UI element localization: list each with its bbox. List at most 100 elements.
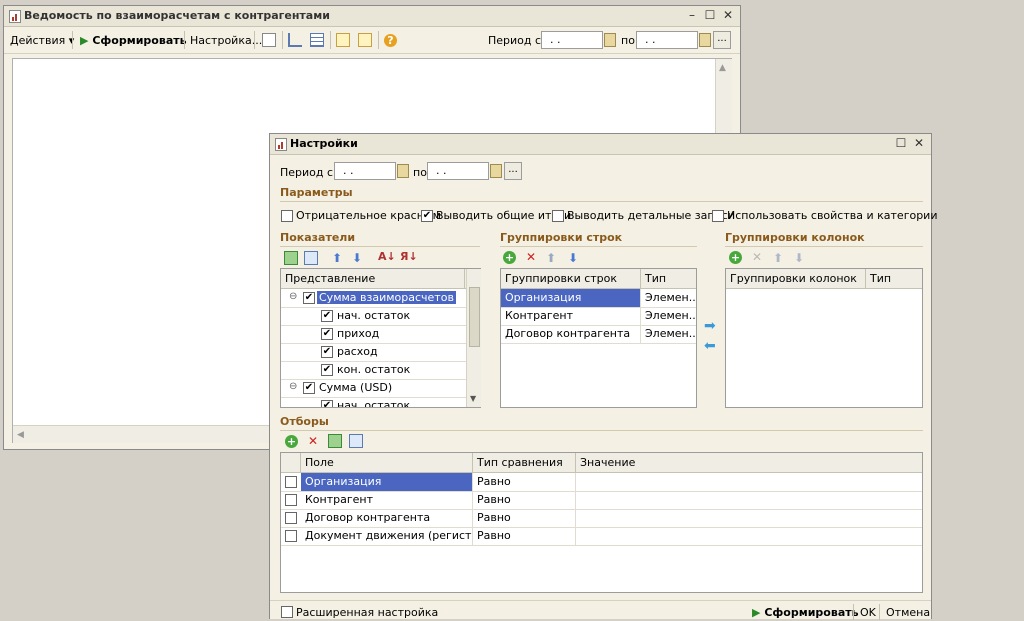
maximize-icon[interactable]: ☐ <box>704 9 716 21</box>
column-groupings-grid[interactable]: Группировки колонок Тип <box>725 268 923 408</box>
main-date-from-input[interactable]: . . <box>541 31 603 49</box>
ok-button[interactable]: OK <box>860 606 876 619</box>
filters-grid[interactable]: Поле Тип сравнения Значение Организация … <box>280 452 923 593</box>
row-checkbox[interactable]: ✔ <box>303 382 315 394</box>
filter-value-cell[interactable] <box>576 473 922 491</box>
filter-use-checkbox[interactable] <box>285 476 297 488</box>
scrollbar-thumb[interactable] <box>469 287 480 347</box>
settings-date-from-input[interactable]: . . <box>334 162 396 180</box>
negative-red-checkbox[interactable] <box>281 210 293 222</box>
table-row[interactable]: Контрагент Элемен... <box>501 307 696 326</box>
actions-menu[interactable]: Действия ▾ <box>10 34 74 47</box>
tree-row[interactable]: ✔ нач. остаток <box>281 397 480 407</box>
row-checkbox[interactable]: ✔ <box>321 346 333 358</box>
export-icon[interactable] <box>336 33 350 47</box>
collapse-icon[interactable]: ⊖ <box>289 291 297 302</box>
move-up-icon[interactable]: ⬆ <box>332 252 342 264</box>
tree-row[interactable]: ✔ нач. остаток <box>281 307 480 326</box>
table-row[interactable]: Контрагент Равно <box>281 491 922 510</box>
use-properties-checkbox[interactable] <box>712 210 724 222</box>
tree-row[interactable]: ✔ расход <box>281 343 480 362</box>
scroll-up-icon[interactable]: ▲ <box>719 62 726 74</box>
filter-use-checkbox[interactable] <box>285 494 297 506</box>
cancel-button[interactable]: Отмена <box>886 606 930 619</box>
delete-icon[interactable]: ✕ <box>308 435 318 447</box>
import-icon[interactable] <box>358 33 372 47</box>
row-checkbox[interactable]: ✔ <box>321 310 333 322</box>
check-all-icon[interactable] <box>328 434 342 448</box>
scroll-left-icon[interactable]: ◀ <box>17 429 24 441</box>
filter-use-checkbox[interactable] <box>285 512 297 524</box>
column-header[interactable]: Группировки колонок <box>726 269 866 288</box>
column-header[interactable]: Тип <box>641 269 696 288</box>
check-all-icon[interactable] <box>284 251 298 265</box>
table-row[interactable]: Организация Равно <box>281 473 922 492</box>
indicators-scrollbar[interactable]: ▼ <box>466 269 481 407</box>
uncheck-all-icon[interactable] <box>349 434 363 448</box>
column-header[interactable]: Поле <box>301 453 473 472</box>
column-header[interactable]: Значение <box>576 453 922 472</box>
filter-value-cell[interactable] <box>576 509 922 527</box>
scroll-down-icon[interactable]: ▼ <box>470 393 476 405</box>
move-down-icon[interactable]: ⬇ <box>568 252 578 264</box>
add-icon[interactable]: + <box>729 251 742 264</box>
move-up-icon[interactable]: ⬆ <box>546 252 556 264</box>
uncheck-all-icon[interactable] <box>304 251 318 265</box>
maximize-icon[interactable]: ☐ <box>895 137 907 149</box>
collapse-icon[interactable]: ⊖ <box>289 381 297 392</box>
period-select-button[interactable]: ... <box>713 31 731 49</box>
row-checkbox[interactable]: ✔ <box>303 292 315 304</box>
show-details-checkbox[interactable] <box>552 210 564 222</box>
filter-value-cell[interactable] <box>576 491 922 509</box>
calendar-icon[interactable] <box>604 33 616 47</box>
table-row[interactable]: Документ движения (регистрат... Равно <box>281 527 922 546</box>
calendar-icon[interactable] <box>490 164 502 178</box>
move-to-rows-icon[interactable]: ⬅ <box>704 339 716 353</box>
row-groupings-grid[interactable]: Группировки строк Тип Организация Элемен… <box>500 268 697 408</box>
table-row[interactable]: Договор контрагента Элемен... <box>501 325 696 344</box>
tree-row[interactable]: ⊖ ✔ Сумма взаиморасчетов <box>281 289 480 308</box>
extended-settings-checkbox[interactable] <box>281 606 293 618</box>
move-down-icon[interactable]: ⬇ <box>794 252 804 264</box>
filter-value-cell[interactable] <box>576 527 922 545</box>
help-icon[interactable]: ? <box>384 34 397 47</box>
close-icon[interactable]: ✕ <box>722 9 734 21</box>
column-header[interactable]: Представление <box>281 269 465 288</box>
indicators-grid[interactable]: Представление ⊖ ✔ Сумма взаиморасчетов ✔… <box>280 268 481 408</box>
calendar-icon[interactable] <box>397 164 409 178</box>
chart-icon[interactable] <box>262 33 276 47</box>
filter-comparison-cell[interactable]: Равно <box>473 509 576 527</box>
close-icon[interactable]: ✕ <box>913 137 925 149</box>
column-header[interactable]: Тип сравнения <box>473 453 576 472</box>
move-to-columns-icon[interactable]: ➡ <box>704 319 716 333</box>
sort-desc-icon[interactable]: Я↓ <box>400 251 418 263</box>
table-icon[interactable] <box>310 33 324 47</box>
tree-row[interactable]: ✔ приход <box>281 325 480 344</box>
move-up-icon[interactable]: ⬆ <box>773 252 783 264</box>
column-header[interactable]: Тип <box>866 269 922 288</box>
tree-row[interactable]: ⊖ ✔ Сумма (USD) <box>281 379 480 398</box>
settings-button[interactable]: Настройка... <box>190 34 262 47</box>
settings-period-select-button[interactable]: ... <box>504 162 522 180</box>
row-checkbox[interactable]: ✔ <box>321 364 333 376</box>
delete-icon[interactable]: ✕ <box>526 251 536 263</box>
sort-asc-icon[interactable]: A↓ <box>378 251 396 263</box>
filter-use-checkbox[interactable] <box>285 530 297 542</box>
delete-icon[interactable]: ✕ <box>752 251 762 263</box>
minimize-icon[interactable]: – <box>686 9 698 21</box>
column-header[interactable]: Группировки строк <box>501 269 641 288</box>
tree-icon[interactable] <box>288 33 302 47</box>
move-down-icon[interactable]: ⬇ <box>352 252 362 264</box>
show-totals-checkbox[interactable]: ✔ <box>421 210 433 222</box>
row-checkbox[interactable]: ✔ <box>321 328 333 340</box>
filter-comparison-cell[interactable]: Равно <box>473 527 576 545</box>
add-icon[interactable]: + <box>503 251 516 264</box>
filter-comparison-cell[interactable]: Равно <box>473 473 576 491</box>
main-date-to-input[interactable]: . . <box>636 31 698 49</box>
tree-row[interactable]: ✔ кон. остаток <box>281 361 480 380</box>
add-icon[interactable]: + <box>285 435 298 448</box>
settings-date-to-input[interactable]: . . <box>427 162 489 180</box>
table-row[interactable]: Договор контрагента Равно <box>281 509 922 528</box>
calendar-icon[interactable] <box>699 33 711 47</box>
filter-comparison-cell[interactable]: Равно <box>473 491 576 509</box>
